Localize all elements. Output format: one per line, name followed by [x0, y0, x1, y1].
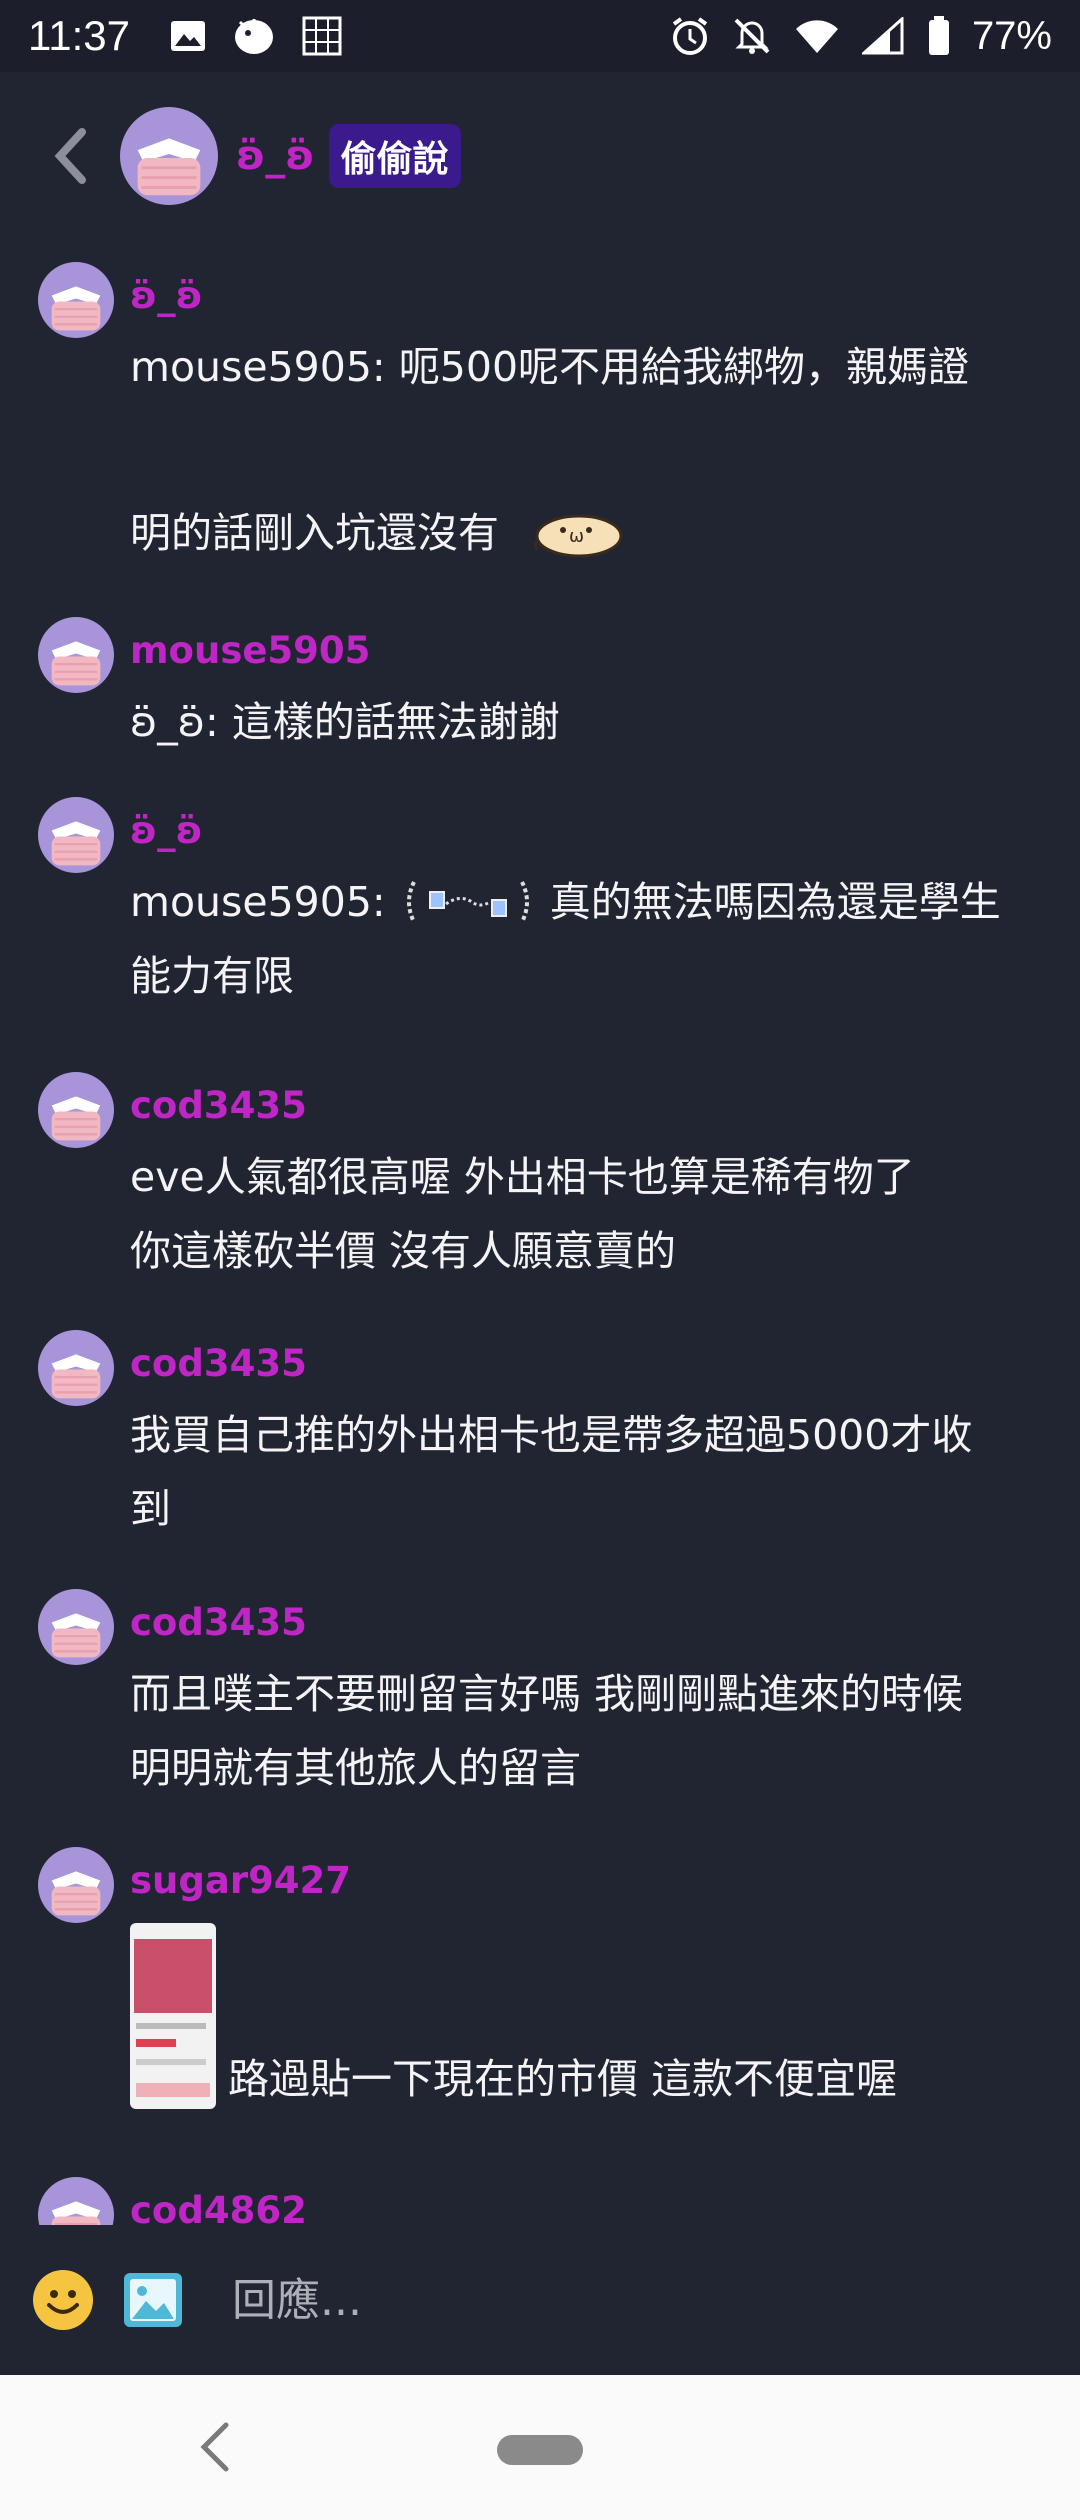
message-line: mouse5905: 真的無法嗎因為還是學生 — [130, 865, 1050, 939]
anonymous-badge: 偷偷說 — [328, 124, 461, 188]
chat-title: ʚ̈_ʚ̈ — [236, 133, 315, 179]
message-line-text: 明的話剛入坑還沒有 — [130, 509, 499, 557]
nav-back-icon[interactable] — [190, 2417, 240, 2477]
message-author[interactable]: cod3435 — [130, 1342, 307, 1385]
message-author[interactable]: cod3435 — [130, 1601, 307, 1644]
message-author[interactable]: ʚ̈_ʚ̈ — [130, 809, 203, 852]
message-author[interactable]: cod3435 — [130, 1084, 307, 1127]
message-line: 路過貼一下現在的市價 這款不便宜喔 — [130, 1923, 1050, 2109]
reply-composer — [0, 2225, 1080, 2375]
avatar[interactable] — [38, 2177, 114, 2225]
message-text: mouse5905: 呃500呢不用給我綁物，親媽證 明的話剛入坑還沒有 ω — [130, 330, 1050, 570]
message-author[interactable]: sugar9427 — [130, 1859, 351, 1902]
message-line: ʚ̈_ʚ̈: 這樣的話無法謝謝 — [130, 698, 560, 746]
mute-icon — [734, 18, 770, 54]
avatar[interactable] — [38, 797, 114, 873]
sticker-icon: ω — [533, 514, 623, 558]
message-text: ʚ̈_ʚ̈: 這樣的話無法謝謝 — [130, 685, 1050, 759]
message-author[interactable]: mouse5905 — [130, 629, 370, 672]
app-icon — [235, 19, 273, 54]
avatar[interactable] — [38, 262, 114, 338]
image-thumbnail[interactable] — [130, 1923, 216, 2109]
wifi-icon — [795, 20, 838, 53]
message-line-text: 真的無法嗎因為還是學生 — [549, 878, 1001, 926]
signal-icon — [861, 17, 904, 55]
message-author[interactable]: cod4862 — [130, 2189, 307, 2225]
home-pill-button[interactable] — [497, 2435, 583, 2465]
svg-text:ω: ω — [569, 526, 584, 547]
message-line: 你這樣砍半價 沒有人願意賣的 — [130, 1227, 677, 1275]
message-line-text: 路過貼一下現在的市價 這款不便宜喔 — [228, 2055, 898, 2103]
battery-percent: 77% — [971, 13, 1052, 58]
image-icon — [171, 21, 205, 51]
mention-prefix: mouse5905: — [130, 878, 386, 926]
avatar[interactable] — [38, 1330, 114, 1406]
grid-icon — [302, 16, 342, 56]
emoji-icon[interactable] — [32, 2269, 94, 2331]
avatar[interactable] — [38, 1072, 114, 1148]
message-text: mouse5905: 真的無法嗎因為還是學生 能力有限 — [130, 865, 1050, 1013]
back-button[interactable] — [30, 116, 110, 196]
chevron-left-icon — [54, 128, 86, 184]
image-upload-icon[interactable] — [122, 2271, 184, 2329]
message-line: 我買自己推的外出相卡也是帶多超過5000才收 — [130, 1411, 973, 1459]
message-author[interactable]: ʚ̈_ʚ̈ — [130, 274, 203, 317]
avatar[interactable] — [38, 1847, 114, 1923]
message-line: 到 — [130, 1485, 171, 1533]
message-line: mouse5905: 呃500呢不用給我綁物，親媽證 — [130, 343, 970, 391]
avatar[interactable] — [38, 617, 114, 693]
status-bar: 11:37 77% — [0, 0, 1080, 72]
kaomoji-icon — [406, 881, 529, 923]
battery-icon — [928, 16, 949, 55]
message-line: 明的話剛入坑還沒有 ω — [130, 496, 1050, 570]
system-nav-bar — [0, 2375, 1080, 2520]
chat-header: ʚ̈_ʚ̈ 偷偷說 — [0, 72, 1080, 240]
message-line: 明明就有其他旅人的留言 — [130, 1744, 581, 1792]
message-text: 路過貼一下現在的市價 這款不便宜喔 — [130, 1923, 1050, 2109]
message-line: 能力有限 — [130, 952, 294, 1000]
status-time: 11:37 — [28, 12, 130, 59]
avatar[interactable] — [38, 1589, 114, 1665]
message-text: eve人氣都很高喔 外出相卡也算是稀有物了 你這樣砍半價 沒有人願意賣的 — [130, 1140, 1050, 1288]
message-text: 而且噗主不要刪留言好嗎 我剛剛點進來的時候 明明就有其他旅人的留言 — [130, 1657, 1050, 1805]
message-text: 我買自己推的外出相卡也是帶多超過5000才收 到 — [130, 1398, 1050, 1546]
message-list[interactable]: ʚ̈_ʚ̈ mouse5905: 呃500呢不用給我綁物，親媽證 明的話剛入坑還… — [0, 240, 1080, 2225]
alarm-icon — [672, 17, 708, 55]
message-line: 而且噗主不要刪留言好嗎 我剛剛點進來的時候 — [130, 1670, 964, 1718]
avatar[interactable] — [120, 107, 218, 205]
reply-input[interactable] — [232, 2274, 1052, 2326]
message-line: eve人氣都很高喔 外出相卡也算是稀有物了 — [130, 1153, 915, 1201]
